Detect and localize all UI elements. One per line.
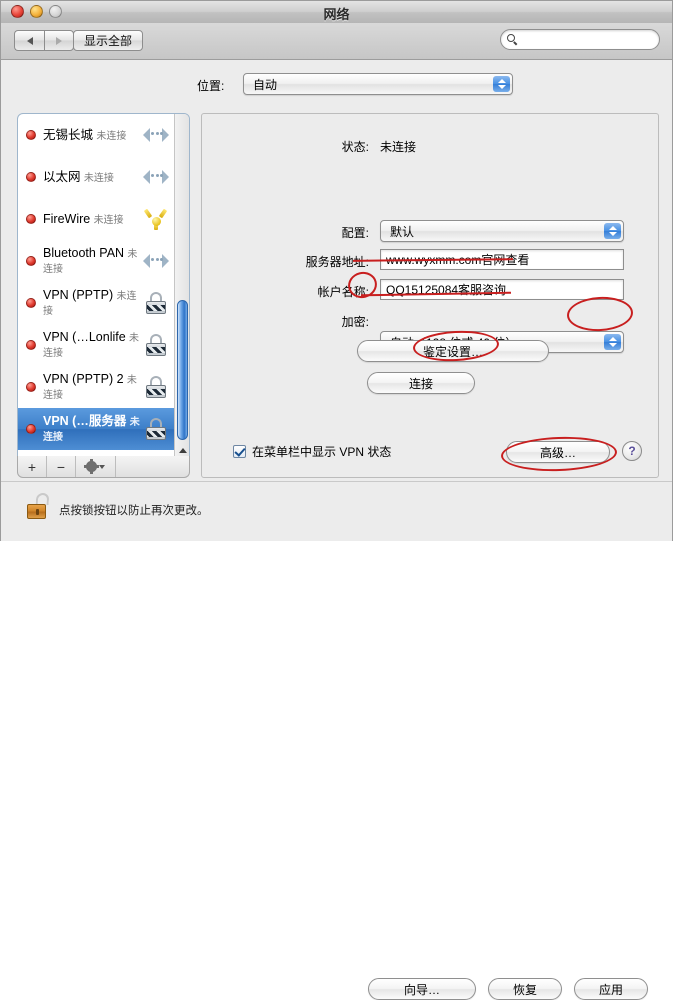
show-vpn-status-checkbox-row[interactable]: 在菜单栏中显示 VPN 状态 [233,443,391,460]
location-label: 位置: [197,79,225,93]
service-name: VPN (PPTP) 2 [43,372,124,386]
service-name: FireWire [43,211,91,226]
ethernet-icon [143,123,169,147]
search-field[interactable] [500,29,660,50]
gear-icon [86,459,97,474]
connect-button[interactable]: 连接 [367,372,475,394]
service-row-1[interactable]: 以太网 未连接 [18,156,175,198]
service-name: VPN (…Lonlife [43,330,126,344]
popup-arrows-icon [493,76,510,92]
chevron-right-icon [56,36,62,45]
lock-icon [143,291,169,315]
account-name-label: 帐户名称: [317,285,369,299]
auth-settings-button[interactable]: 鉴定设置… [357,340,549,362]
service-row-0[interactable]: 无锡长城 未连接 [18,114,175,156]
toolbar: 显示全部 [1,23,672,60]
help-button[interactable]: ? [622,441,642,461]
status-dot [26,256,36,266]
service-row-3[interactable]: Bluetooth PAN 未连接 [18,240,175,282]
config-label: 配置: [341,226,369,240]
vpn-detail-panel: 状态: 未连接 配置: 默认 服务器地址: 帐户名称: 加密: 自动（128 位… [201,113,659,478]
status-dot [26,424,36,434]
lock-icon [143,375,169,399]
back-button[interactable] [14,30,44,51]
config-popup-value: 默认 [390,224,415,239]
service-row-5[interactable]: VPN (…Lonlife 未连接 [18,324,175,366]
config-popup-menu[interactable]: 默认 [380,220,624,242]
chevron-down-icon [99,464,105,469]
server-address-input[interactable] [380,249,624,270]
ethernet-icon [143,249,169,273]
service-actions-button[interactable] [76,456,116,477]
remove-service-button[interactable]: − [47,456,76,477]
forward-button[interactable] [44,30,74,51]
assistant-button[interactable]: 向导… [368,978,476,1000]
status-dot [26,130,36,140]
status-dot [26,340,36,350]
account-name-input[interactable] [380,279,624,300]
lock-icon [143,417,169,441]
show-all-button[interactable]: 显示全部 [73,30,144,51]
scroll-up-arrow-icon[interactable] [177,444,188,456]
lock-hint-text: 点按锁按钮以防止再次更改。 [59,505,209,517]
service-row-6[interactable]: VPN (PPTP) 2 未连接 [18,366,175,408]
unlocked-padlock-icon[interactable] [27,493,50,519]
location-popup-value: 自动 [253,77,278,92]
network-preferences-window: 网络 显示全部 位置: 自动 无锡长城 未连接 以太网 未连接 FireWire… [0,0,673,1000]
status-dot [26,172,36,182]
revert-button[interactable]: 恢复 [488,978,562,1000]
popup-arrows-icon [604,223,621,239]
server-address-label: 服务器地址: [305,255,369,269]
location-popup-menu[interactable]: 自动 [243,73,513,95]
window-title: 网络 [323,7,350,22]
scrollbar-thumb[interactable] [177,300,188,440]
encryption-label: 加密: [341,315,369,329]
service-row-7-selected[interactable]: VPN (…服务器 未连接 [18,408,175,450]
service-list-rows: 无锡长城 未连接 以太网 未连接 FireWire 未连接 Bluetooth … [18,114,175,450]
service-name: 无锡长城 [43,127,94,142]
window-titlebar: 网络 [1,1,672,24]
chevron-left-icon [26,36,33,45]
show-vpn-status-label: 在菜单栏中显示 VPN 状态 [252,445,392,459]
status-dot [26,298,36,308]
service-row-4[interactable]: VPN (PPTP) 未连接 [18,282,175,324]
service-list-footer: + − [17,456,190,478]
status-dot [26,382,36,392]
status-value: 未连接 [380,140,417,154]
service-status: 未连接 [83,172,114,184]
service-name: 以太网 [43,169,81,184]
network-service-list[interactable]: 无锡长城 未连接 以太网 未连接 FireWire 未连接 Bluetooth … [17,113,190,476]
service-name: VPN (PPTP) [43,288,114,302]
search-icon [507,34,518,46]
service-list-scrollbar[interactable] [174,114,189,475]
show-vpn-status-checkbox[interactable] [233,445,246,458]
status-label: 状态: [341,140,369,154]
popup-arrows-icon [604,334,621,350]
ethernet-icon [143,165,169,189]
location-row: 位置: 自动 [1,71,672,101]
apply-button[interactable]: 应用 [574,978,648,1000]
firewire-icon [143,207,169,231]
search-input[interactable] [522,32,656,47]
service-status: 未连接 [96,130,127,142]
service-row-2[interactable]: FireWire 未连接 [18,198,175,240]
navigation-buttons [14,30,74,51]
service-name: Bluetooth PAN [43,246,125,260]
add-service-button[interactable]: + [18,456,47,477]
lock-icon [143,333,169,357]
status-dot [26,214,36,224]
service-status: 未连接 [93,214,124,226]
bottom-bar: 点按锁按钮以防止再次更改。 向导… 恢复 应用 [1,481,672,1000]
advanced-button[interactable]: 高级… [506,441,610,463]
service-name: VPN (…服务器 [43,414,127,428]
